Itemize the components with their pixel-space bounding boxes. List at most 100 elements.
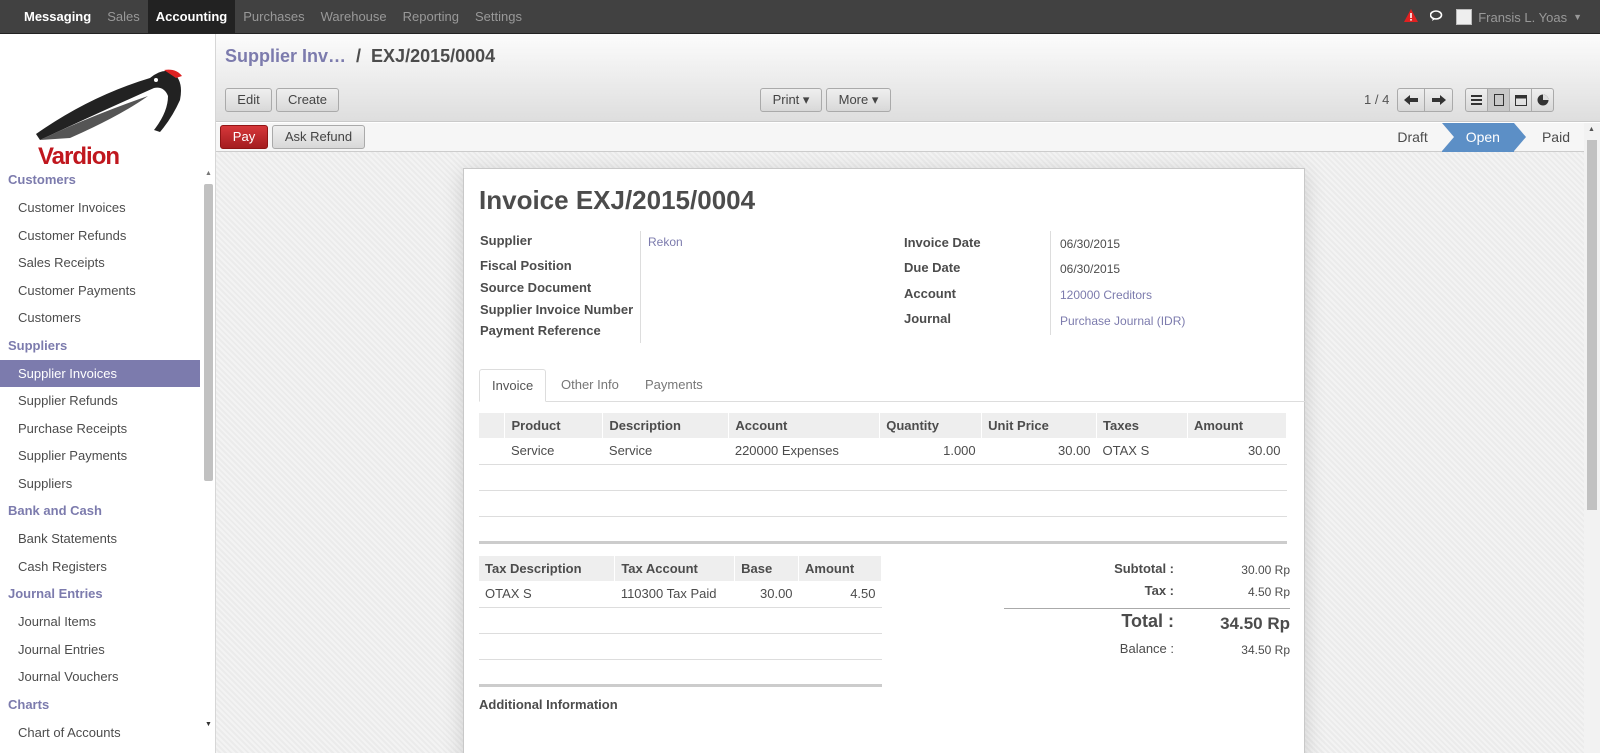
table-row[interactable]: Service Service 220000 Expenses 1.000 30… [479,438,1287,465]
sidebar-item-journal-entries[interactable]: Journal Entries [0,636,200,664]
sidebar-scroll-thumb[interactable] [204,184,213,481]
section-suppliers: Suppliers [8,337,68,353]
breadcrumb-parent-link[interactable]: Supplier Inv… [225,46,346,67]
sidebar-item-customers[interactable]: Customers [0,304,200,332]
journal-link[interactable]: Purchase Journal (IDR) [1060,314,1185,328]
section-charts: Charts [8,696,50,712]
ask-refund-button[interactable]: Ask Refund [272,125,365,149]
total-value: 34.50 Rp [1220,614,1290,633]
tab-payments[interactable]: Payments [633,369,715,402]
breadcrumb: Supplier Inv… / EXJ/2015/0004 [225,46,495,67]
col-description[interactable]: Description [602,413,730,438]
menu-reporting[interactable]: Reporting [395,0,467,34]
main-scrollbar[interactable]: ▲ [1584,123,1600,753]
balance-label: Balance : [1119,641,1174,656]
cell-product: Service [504,438,603,465]
account-link[interactable]: 120000 Creditors [1060,288,1152,302]
create-button[interactable]: Create [276,88,339,112]
empty-row [479,516,1287,544]
col-amount[interactable]: Amount [1187,413,1288,438]
row-handle [479,438,505,465]
tab-other-info[interactable]: Other Info [549,369,631,402]
section-customers: Customers [8,172,76,187]
user-menu[interactable]: Fransis L. Yoas ▼ [1456,9,1582,25]
label-fiscal-position: Fiscal Position [480,258,572,273]
sidebar-item-suppliers[interactable]: Suppliers [0,470,200,498]
sidebar-item-chart-of-accounts[interactable]: Chart of Accounts [0,719,200,747]
table-row[interactable]: OTAX S 110300 Tax Paid 30.00 4.50 [479,581,882,608]
sidebar-item-supplier-refunds[interactable]: Supplier Refunds [0,387,200,415]
state-draft[interactable]: Draft [1373,123,1441,152]
balance-value: 34.50 Rp [1241,643,1290,657]
scroll-up-icon[interactable]: ▲ [1588,126,1595,133]
supplier-link[interactable]: Rekon [648,235,683,249]
sidebar-item-journal-vouchers[interactable]: Journal Vouchers [0,663,200,691]
edit-button[interactable]: Edit [225,88,272,112]
sidebar-scrollbar[interactable]: ▲ ▼ [203,166,214,746]
menu-sales[interactable]: Sales [99,0,148,34]
empty-row [479,633,882,660]
col-product[interactable]: Product [504,413,604,438]
field-divider [640,231,641,343]
additional-information-label: Additional Information [479,697,618,712]
previous-arrow-icon[interactable] [1397,88,1425,112]
state-open[interactable]: Open [1441,123,1526,152]
sidebar-item-customer-refunds[interactable]: Customer Refunds [0,222,200,250]
pager-counter: 1 / 4 [1364,92,1390,107]
company-logo[interactable]: Vardion [30,56,190,166]
sidebar-item-journal-items[interactable]: Journal Items [0,608,200,636]
chat-icon[interactable] [1429,9,1444,25]
subtotal-value: 30.00 Rp [1241,563,1290,577]
col-taxes[interactable]: Taxes [1096,413,1188,438]
control-panel: Supplier Inv… / EXJ/2015/0004 Edit Creat… [216,34,1600,122]
invoice-sheet: Invoice EXJ/2015/0004 Supplier Fiscal Po… [463,168,1305,753]
app-menu: Messaging Sales Accounting Purchases War… [16,0,530,34]
sidebar-item-customer-invoices[interactable]: Customer Invoices [0,194,200,222]
field-divider-right [1050,231,1051,335]
pay-button[interactable]: Pay [220,125,268,149]
handle-column-header [479,413,506,438]
main-scroll-thumb[interactable] [1587,140,1597,510]
menu-messaging[interactable]: Messaging [16,0,99,34]
warning-icon[interactable] [1404,9,1419,25]
print-button[interactable]: Print ▾ [760,88,822,112]
graph-view-icon[interactable] [1531,88,1554,112]
sidebar-item-customer-payments[interactable]: Customer Payments [0,277,200,305]
sidebar-item-sales-receipts[interactable]: Sales Receipts [0,249,200,277]
menu-accounting[interactable]: Accounting [147,0,236,34]
col-quantity[interactable]: Quantity [879,413,983,438]
more-button[interactable]: More ▾ [826,88,891,112]
tab-invoice[interactable]: Invoice [479,369,547,402]
form-view-icon[interactable] [1487,88,1510,112]
menu-purchases[interactable]: Purchases [235,0,312,34]
scroll-up-icon[interactable]: ▲ [205,170,212,177]
list-view-icon[interactable] [1465,88,1488,112]
cell-taxes: OTAX S [1096,438,1188,465]
menu-warehouse[interactable]: Warehouse [313,0,395,34]
sidebar-item-cash-registers[interactable]: Cash Registers [0,553,200,581]
tax-value: 4.50 Rp [1247,585,1290,599]
sidebar-item-supplier-invoices[interactable]: Supplier Invoices [0,359,200,387]
totals-divider [1004,608,1290,609]
sidebar-item-supplier-payments[interactable]: Supplier Payments [0,442,200,470]
col-account[interactable]: Account [728,413,881,438]
calendar-view-icon[interactable] [1509,88,1532,112]
section-journal-entries: Journal Entries [8,586,103,601]
lines-header-row: Product Description Account Quantity Uni… [479,413,1288,438]
notebook-tabs: Invoice Other Info Payments [479,369,1305,402]
next-arrow-icon[interactable] [1425,88,1453,112]
col-unit-price[interactable]: Unit Price [981,413,1098,438]
caret-down-icon: ▼ [1573,12,1582,22]
scroll-down-icon[interactable]: ▼ [205,721,212,728]
breadcrumb-current: EXJ/2015/0004 [371,46,496,66]
sidebar-nav: Customers Customer Invoices Customer Ref… [0,166,200,746]
sidebar-item-purchase-receipts[interactable]: Purchase Receipts [0,415,200,443]
menu-settings[interactable]: Settings [467,0,530,34]
label-journal: Journal [904,311,951,326]
col-tax-base: Base [734,556,800,581]
due-date-value: 06/30/2015 [1060,262,1121,276]
tax-cell-base: 30.00 [734,581,799,608]
sidebar-item-bank-statements[interactable]: Bank Statements [0,525,200,553]
invoice-state-pipeline: Draft Open Paid [1373,123,1584,152]
pager-buttons [1397,88,1453,112]
